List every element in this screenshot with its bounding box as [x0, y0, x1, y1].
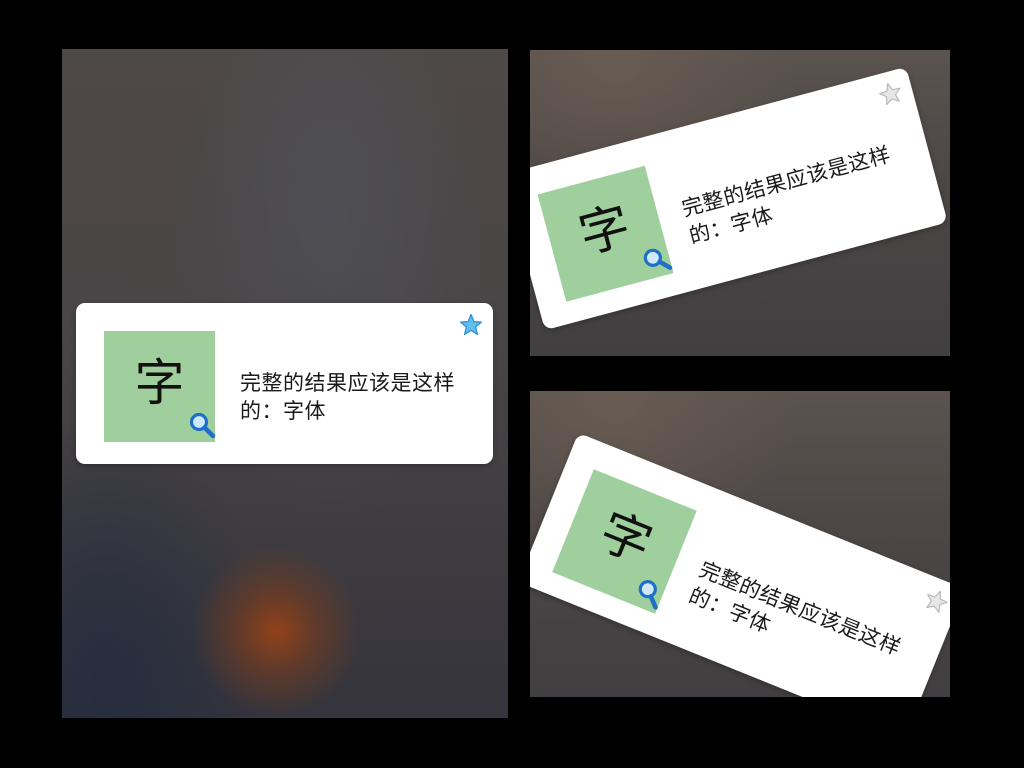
- dictionary-card[interactable]: 字 完整的结果应该是这样的：字体: [76, 303, 493, 464]
- character-thumbnail[interactable]: 字: [537, 165, 674, 302]
- star-icon[interactable]: [921, 586, 950, 617]
- rotated-preview-panel-top: 字 完整的结果应该是这样的：字体: [530, 50, 950, 356]
- rotated-preview-panel-bottom: 字 完整的结果应该是这样的：字体: [530, 391, 950, 697]
- star-icon[interactable]: [459, 313, 483, 337]
- character-glyph: 字: [134, 354, 185, 412]
- definition-text: 完整的结果应该是这样的：字体: [685, 557, 905, 661]
- magnifier-icon[interactable]: [188, 411, 216, 439]
- character-glyph: 字: [591, 501, 660, 575]
- definition-text: 完整的结果应该是这样的：字体: [240, 371, 455, 423]
- definition-text: 完整的结果应该是这样的：字体: [679, 142, 894, 249]
- character-thumbnail[interactable]: 字: [104, 331, 216, 442]
- magnifier-icon[interactable]: [639, 243, 673, 277]
- dictionary-card[interactable]: 字 完整的结果应该是这样的：字体: [530, 66, 948, 331]
- star-icon[interactable]: [876, 79, 905, 108]
- dictionary-card[interactable]: 字 完整的结果应该是这样的：字体: [530, 432, 950, 697]
- character-thumbnail[interactable]: 字: [552, 469, 697, 614]
- main-preview-panel: 字 完整的结果应该是这样的：字体: [62, 49, 508, 718]
